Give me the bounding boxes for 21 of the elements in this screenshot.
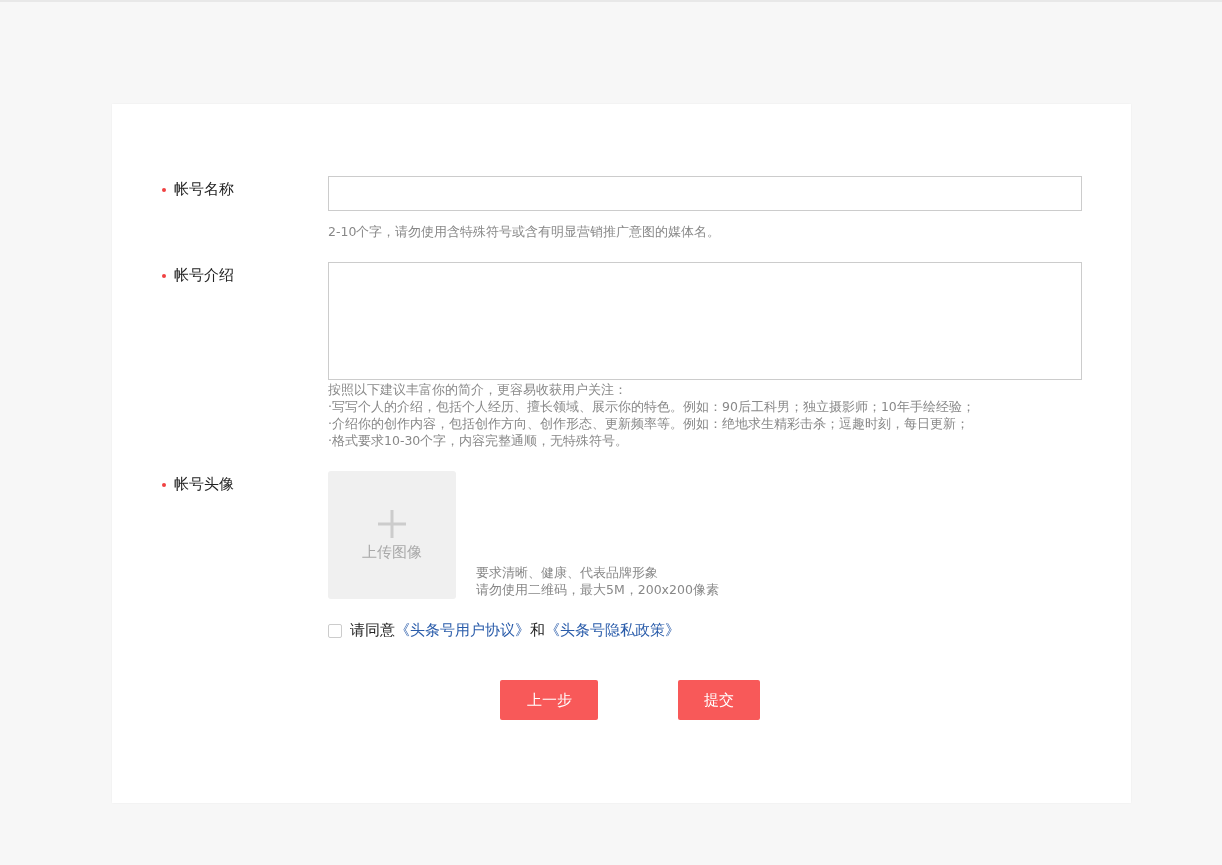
agreement-link[interactable]: 《头条号隐私政策》: [545, 621, 680, 640]
agreement-text: 和: [530, 621, 545, 640]
textarea-field[interactable]: [328, 262, 1082, 380]
submit-button[interactable]: 提交: [678, 680, 760, 720]
input-field[interactable]: [328, 176, 1082, 211]
back-button[interactable]: 上一步: [500, 680, 598, 720]
hint-text: ·格式要求10-30个字，内容完整通顺，无特殊符号。: [328, 432, 630, 449]
plus-icon: [377, 508, 407, 539]
agreement-link[interactable]: 《头条号用户协议》: [395, 621, 530, 640]
hint-text: 请勿使用二维码，最大5M，200x200像素: [476, 581, 719, 598]
hint-text: ·介绍你的创作内容，包括创作方向、创作形态、更新频率等。例如：绝地求生精彩击杀；逗趣时刻，每日更新；: [328, 415, 970, 432]
field-label: 帐号头像: [174, 475, 234, 494]
hint-text: 2-10个字，请勿使用含特殊符号或含有明显营销推广意图的媒体名。: [328, 223, 722, 240]
agreement-text: 请同意: [350, 621, 395, 640]
hint-text: 要求清晰、健康、代表品牌形象: [476, 564, 659, 581]
hint-text: ·写写个人的介绍，包括个人经历、擅长领域、展示你的特色。例如：90后工科男；独立摄影师；10年手绘经验；: [328, 398, 976, 415]
hint-text: 按照以下建议丰富你的简介，更容易收获用户关注：: [328, 381, 628, 398]
field-label: 帐号名称: [174, 180, 234, 199]
field-label: 帐号介绍: [174, 266, 234, 285]
checkbox[interactable]: [328, 623, 342, 638]
upload-button[interactable]: 上传图像: [328, 471, 456, 599]
